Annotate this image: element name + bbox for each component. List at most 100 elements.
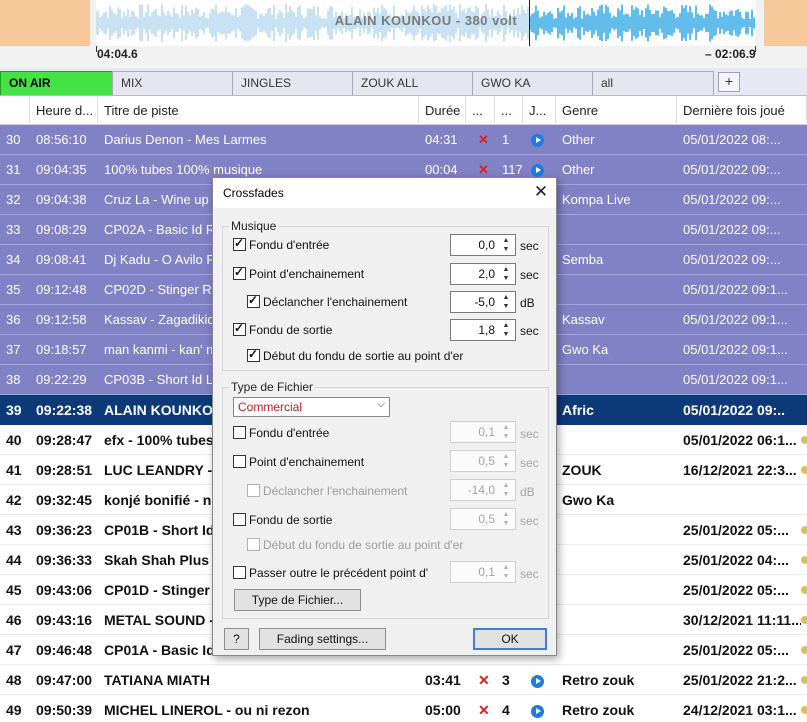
current-track-waveform[interactable]: ALAIN KOUNKOU - 380 volt (96, 0, 756, 46)
status-dot-icon (801, 556, 807, 564)
col-title[interactable]: Titre de piste (98, 96, 419, 125)
cell-title: TATIANA MIATH (104, 672, 211, 688)
status-dot-icon (801, 466, 807, 474)
cell-last: 05/01/2022 09:1... (683, 372, 788, 387)
col-play[interactable]: J... (523, 96, 556, 125)
tab-mix[interactable]: MIX (112, 71, 234, 95)
cell-time: 09:46:48 (36, 642, 93, 658)
file-trigger-checkbox[interactable] (247, 484, 260, 497)
cell-last: 05/01/2022 09:... (683, 192, 781, 207)
cell-genre: Afric (562, 402, 594, 418)
cell-time: 09:36:33 (36, 552, 93, 568)
music-trigger-unit: dB (520, 296, 535, 310)
file-fade-out-checkbox[interactable] (233, 513, 246, 526)
cell-last (683, 485, 801, 515)
cell-genre: Retro zouk (562, 672, 635, 688)
ok-button[interactable]: OK (473, 628, 547, 650)
play-icon[interactable] (531, 134, 544, 148)
cell-genre (562, 605, 676, 635)
col-marker[interactable]: ... (466, 96, 495, 125)
cell-time: 09:22:38 (36, 402, 93, 418)
cell-time: 09:22:29 (36, 372, 87, 387)
table-row[interactable]: 49 09:50:39 MICHEL LINEROL - ou ni rezon 05… (0, 695, 807, 722)
col-genre[interactable]: Genre (556, 96, 677, 125)
music-fade-out-at-point-checkbox[interactable] (247, 347, 260, 362)
file-fade-out-value: 0,5 (478, 512, 495, 526)
table-row[interactable]: 48 09:47:00 TATIANA MIATH 03:41 ✕ 3 Retro zouk… (0, 665, 807, 695)
cell-duration: 05:00 (425, 702, 461, 718)
play-icon[interactable] (531, 704, 544, 718)
status-dot-icon (801, 706, 807, 714)
col-time[interactable]: Heure d... (30, 96, 98, 125)
cell-last: 16/12/2021 22:3... (683, 462, 797, 478)
cell-time: 09:04:35 (36, 162, 87, 177)
help-button[interactable]: ? (224, 628, 249, 650)
cell-n: 49 (6, 702, 22, 718)
tab-on-air[interactable]: ON AIR (0, 71, 114, 95)
cell-n: 30 (6, 132, 21, 147)
music-trigger-stepper[interactable]: -5,0 ▲ ▼ (450, 291, 516, 313)
add-tab-button[interactable]: + (718, 72, 740, 92)
cell-x: ✕ (478, 702, 490, 718)
cell-genre (562, 635, 676, 665)
music-fade-in-checkbox[interactable] (233, 236, 246, 251)
play-icon[interactable] (531, 164, 544, 178)
stepper-arrows-icon[interactable]: ▲ ▼ (499, 481, 513, 499)
file-type-select[interactable]: Commercial ⌵ (233, 397, 390, 417)
file-type-selected: Commercial (238, 400, 303, 414)
file-trigger-stepper[interactable]: -14,0 ▲ ▼ (450, 479, 516, 501)
music-fade-out-checkbox[interactable] (233, 321, 246, 336)
play-icon[interactable] (531, 674, 544, 688)
stepper-arrows-icon[interactable]: ▲ ▼ (499, 423, 513, 441)
file-crossfade-point-stepper[interactable]: 0,5 ▲ ▼ (450, 450, 516, 472)
file-fade-out-at-point-checkbox[interactable] (247, 538, 260, 551)
tab-all[interactable]: all (592, 71, 714, 95)
stepper-arrows-icon[interactable]: ▲ ▼ (499, 563, 513, 581)
cell-last: 05/01/2022 06:1... (683, 432, 797, 448)
cell-genre (562, 275, 676, 305)
cell-time: 09:50:39 (36, 702, 93, 718)
file-skip-previous-checkbox[interactable] (233, 566, 246, 579)
cell-n: 37 (6, 342, 21, 357)
cell-time: 09:18:57 (36, 342, 87, 357)
file-fade-in-stepper[interactable]: 0,1 ▲ ▼ (450, 421, 516, 443)
stepper-arrows-icon[interactable]: ▲ ▼ (499, 321, 513, 339)
cell-n: 43 (6, 522, 22, 538)
fading-settings-button[interactable]: Fading settings... (259, 628, 386, 650)
tab-jingles[interactable]: JINGLES (232, 71, 354, 95)
cell-time: 09:28:47 (36, 432, 93, 448)
cell-genre (562, 545, 676, 575)
music-fade-in-stepper[interactable]: 0,0 ▲ ▼ (450, 234, 516, 256)
music-crossfade-point-stepper[interactable]: 2,0 ▲ ▼ (450, 263, 516, 285)
table-row[interactable]: 30 08:56:10 Darius Denon - Mes Larmes 04:31… (0, 125, 807, 155)
file-fade-in-label: Fondu d'entrée (249, 426, 330, 440)
close-icon[interactable]: ✕ (531, 182, 551, 202)
col-duration[interactable]: Durée (419, 96, 466, 125)
cell-n: 44 (6, 552, 22, 568)
stepper-arrows-icon[interactable]: ▲ ▼ (499, 265, 513, 283)
music-crossfade-point-checkbox[interactable] (233, 265, 246, 280)
cell-n: 45 (6, 582, 22, 598)
col-index[interactable] (0, 96, 30, 125)
cell-n: 32 (6, 192, 21, 207)
tab-zouk-all[interactable]: ZOUK ALL (352, 71, 474, 95)
file-fade-out-stepper[interactable]: 0,5 ▲ ▼ (450, 508, 516, 530)
col-count[interactable]: ... (495, 96, 523, 125)
stepper-arrows-icon[interactable]: ▲ ▼ (499, 510, 513, 528)
music-fade-out-stepper[interactable]: 1,8 ▲ ▼ (450, 319, 516, 341)
stepper-arrows-icon[interactable]: ▲ ▼ (499, 452, 513, 470)
chevron-down-icon[interactable]: ⌵ (377, 399, 385, 410)
tab-gwo-ka[interactable]: GWO KA (472, 71, 594, 95)
music-trigger-checkbox[interactable] (247, 293, 260, 308)
file-fade-out-label: Fondu de sortie (249, 513, 333, 527)
stepper-arrows-icon[interactable]: ▲ ▼ (499, 236, 513, 254)
next-track-waveform (764, 0, 807, 46)
file-crossfade-point-checkbox[interactable] (233, 455, 246, 468)
col-last-played[interactable]: Dernière fois joué (677, 96, 807, 125)
cell-n: 47 (6, 642, 22, 658)
file-fade-in-checkbox[interactable] (233, 426, 246, 439)
cell-genre: ZOUK (562, 462, 602, 478)
file-skip-previous-stepper[interactable]: 0,1 ▲ ▼ (450, 561, 516, 583)
stepper-arrows-icon[interactable]: ▲ ▼ (499, 293, 513, 311)
file-type-button[interactable]: Type de Fichier... (234, 589, 361, 611)
